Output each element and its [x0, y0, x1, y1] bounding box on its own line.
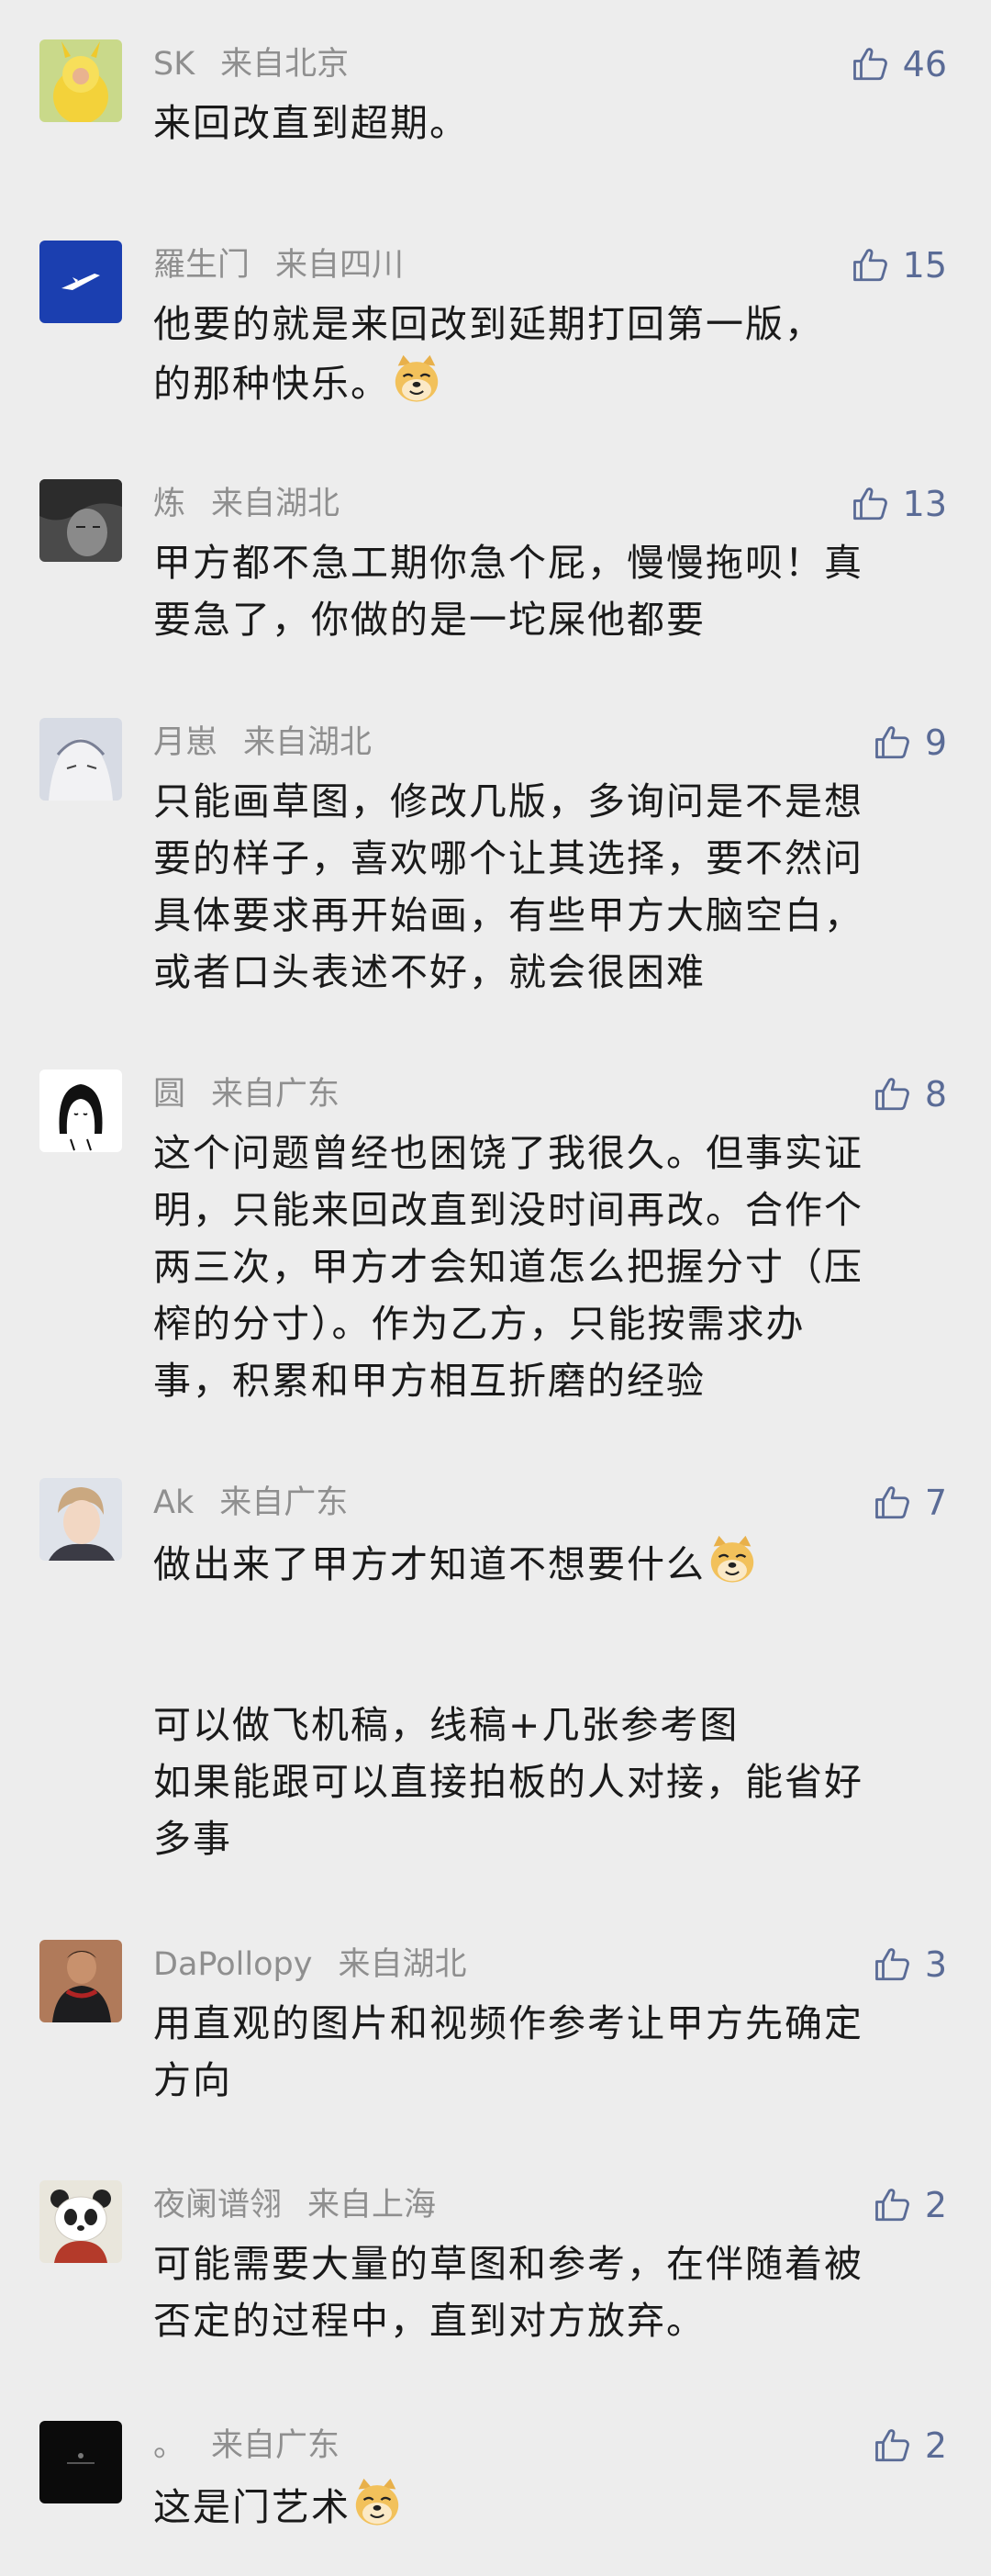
thumbs-up-icon	[852, 48, 887, 81]
thumbs-up-icon	[874, 2429, 909, 2462]
comment-body: 他要的就是来回改到延期打回第一版， 的那种快乐。	[153, 302, 824, 406]
comment-text: 可能需要大量的草图和参考，在伴随着被 否定的过程中，直到对方放弃。	[153, 2235, 942, 2349]
comment-meta: 月崽 来自湖北	[153, 718, 372, 767]
like-button[interactable]: 2	[874, 2182, 947, 2228]
like-count: 2	[924, 2185, 947, 2225]
like-count: 8	[924, 1074, 947, 1114]
thumbs-up-icon	[852, 249, 887, 282]
like-button[interactable]: 3	[874, 1942, 947, 1988]
doge-emoji-icon	[351, 2476, 404, 2529]
comment-body: 来回改直到超期。	[153, 101, 469, 145]
avatar[interactable]	[39, 241, 122, 323]
user-location: 来自广东	[211, 1076, 340, 1113]
doge-emoji-icon	[706, 1533, 759, 1586]
comment-text: 做出来了甲方才知道不想要什么	[153, 1533, 942, 1593]
comment-meta: DaPollopy 来自湖北	[153, 1940, 466, 1989]
user-location: 来自湖北	[243, 724, 373, 761]
comment-text: 这是门艺术	[153, 2476, 942, 2536]
avatar[interactable]	[39, 1070, 122, 1152]
comment-body: 做出来了甲方才知道不想要什么	[153, 1542, 706, 1586]
user-name[interactable]: 。	[153, 2427, 185, 2464]
thumbs-up-icon	[874, 2189, 909, 2222]
like-button[interactable]: 46	[852, 41, 947, 87]
comment-text: 他要的就是来回改到延期打回第一版， 的那种快乐。	[153, 296, 942, 412]
avatar[interactable]	[39, 39, 122, 122]
thumbs-up-icon	[874, 726, 909, 759]
like-count: 46	[902, 44, 947, 84]
like-button[interactable]: 2	[874, 2423, 947, 2469]
comment-text: 甲方都不急工期你急个屁，慢慢拖呗！真 要急了，你做的是一坨屎他都要	[153, 534, 942, 648]
comment-text: 这个问题曾经也困饶了我很久。但事实证 明，只能来回改直到没时间再改。合作个 两三…	[153, 1125, 942, 1409]
user-location: 来自四川	[275, 247, 405, 284]
comment-body: 这个问题曾经也困饶了我很久。但事实证 明，只能来回改直到没时间再改。合作个 两三…	[153, 1131, 863, 1403]
comment-meta: 夜阑谱翎 来自上海	[153, 2180, 436, 2230]
like-count: 2	[924, 2425, 947, 2466]
avatar-young-man-photo-image	[39, 1478, 122, 1561]
user-location: 来自广东	[219, 1484, 349, 1521]
avatar[interactable]	[39, 718, 122, 801]
doge-emoji-icon	[390, 353, 443, 406]
comment-meta: 圆来自广东	[153, 1070, 340, 1119]
comment-body: 这是门艺术	[153, 2485, 351, 2529]
avatar-panda-image	[39, 2180, 122, 2263]
comment-body: 甲方都不急工期你急个屁，慢慢拖呗！真 要急了，你做的是一坨屎他都要	[153, 541, 863, 642]
avatar[interactable]	[39, 1478, 122, 1561]
user-name[interactable]: SK	[153, 46, 195, 83]
like-button[interactable]: 15	[852, 242, 947, 288]
user-name[interactable]: 夜阑谱翎	[153, 2187, 282, 2223]
comment-continuation-text: 可以做飞机稿，线稿+几张参考图 如果能跟可以直接拍板的人对接，能省好 多事	[153, 1703, 863, 1861]
comment-text: 来回改直到超期。	[153, 95, 942, 151]
avatar-yellow-costume-image	[39, 39, 122, 122]
comment-meta: 炼来自湖北	[153, 479, 340, 529]
comment-text: 只能画草图，修改几版，多询问是不是想 要的样子，喜欢哪个让其选择，要不然问 具体…	[153, 773, 942, 1001]
avatar[interactable]	[39, 1940, 122, 2022]
user-name[interactable]: 圆	[153, 1076, 185, 1113]
like-count: 3	[924, 1944, 947, 1985]
like-count: 9	[924, 722, 947, 763]
comment-meta: 羅生门 来自四川	[153, 241, 404, 290]
user-location: 来自北京	[220, 46, 350, 83]
avatar[interactable]	[39, 479, 122, 562]
like-button[interactable]: 13	[852, 481, 947, 527]
comment-body: 只能画草图，修改几版，多询问是不是想 要的样子，喜欢哪个让其选择，要不然问 具体…	[153, 779, 863, 994]
comment-body: 用直观的图片和视频作参考让甲方先确定 方向	[153, 2001, 863, 2102]
user-location: 来自湖北	[338, 1946, 467, 1983]
avatar-black-image	[39, 2421, 122, 2503]
avatar-dark-portrait-image	[39, 479, 122, 562]
like-button[interactable]: 8	[874, 1071, 947, 1117]
user-name[interactable]: 炼	[153, 486, 185, 522]
comment-body: 可能需要大量的草图和参考，在伴随着被 否定的过程中，直到对方放弃。	[153, 2242, 863, 2343]
thumbs-up-icon	[874, 1486, 909, 1519]
avatar[interactable]	[39, 2180, 122, 2263]
user-name[interactable]: 羅生门	[153, 247, 250, 284]
user-location: 来自广东	[211, 2427, 340, 2464]
avatar-anime-sketch-image	[39, 718, 122, 801]
user-name[interactable]: 月崽	[153, 724, 217, 761]
thumbs-up-icon	[874, 1078, 909, 1111]
comment-meta: 。来自广东	[153, 2421, 340, 2470]
user-location: 来自上海	[307, 2187, 437, 2223]
like-button[interactable]: 9	[874, 720, 947, 766]
like-count: 13	[902, 484, 947, 524]
avatar-man-photo-image	[39, 1940, 122, 2022]
like-count: 7	[924, 1483, 947, 1523]
avatar-girl-drawing-image	[39, 1070, 122, 1152]
thumbs-up-icon	[874, 1948, 909, 1981]
user-name[interactable]: DaPollopy	[153, 1946, 312, 1983]
comment-text: 用直观的图片和视频作参考让甲方先确定 方向	[153, 1995, 942, 2109]
user-location: 来自湖北	[211, 486, 340, 522]
avatar-blue-plane-image	[39, 241, 122, 323]
like-count: 15	[902, 245, 947, 286]
like-button[interactable]: 7	[874, 1480, 947, 1526]
user-name[interactable]: Ak	[153, 1484, 194, 1521]
comment-list: SK 来自北京 46 来回改直到超期。 羅生门 来自四川 15 他要的就是来回改到延…	[0, 0, 991, 2576]
avatar[interactable]	[39, 2421, 122, 2503]
comment-meta: SK 来自北京	[153, 39, 349, 89]
thumbs-up-icon	[852, 487, 887, 521]
comment-meta: Ak 来自广东	[153, 1478, 348, 1528]
